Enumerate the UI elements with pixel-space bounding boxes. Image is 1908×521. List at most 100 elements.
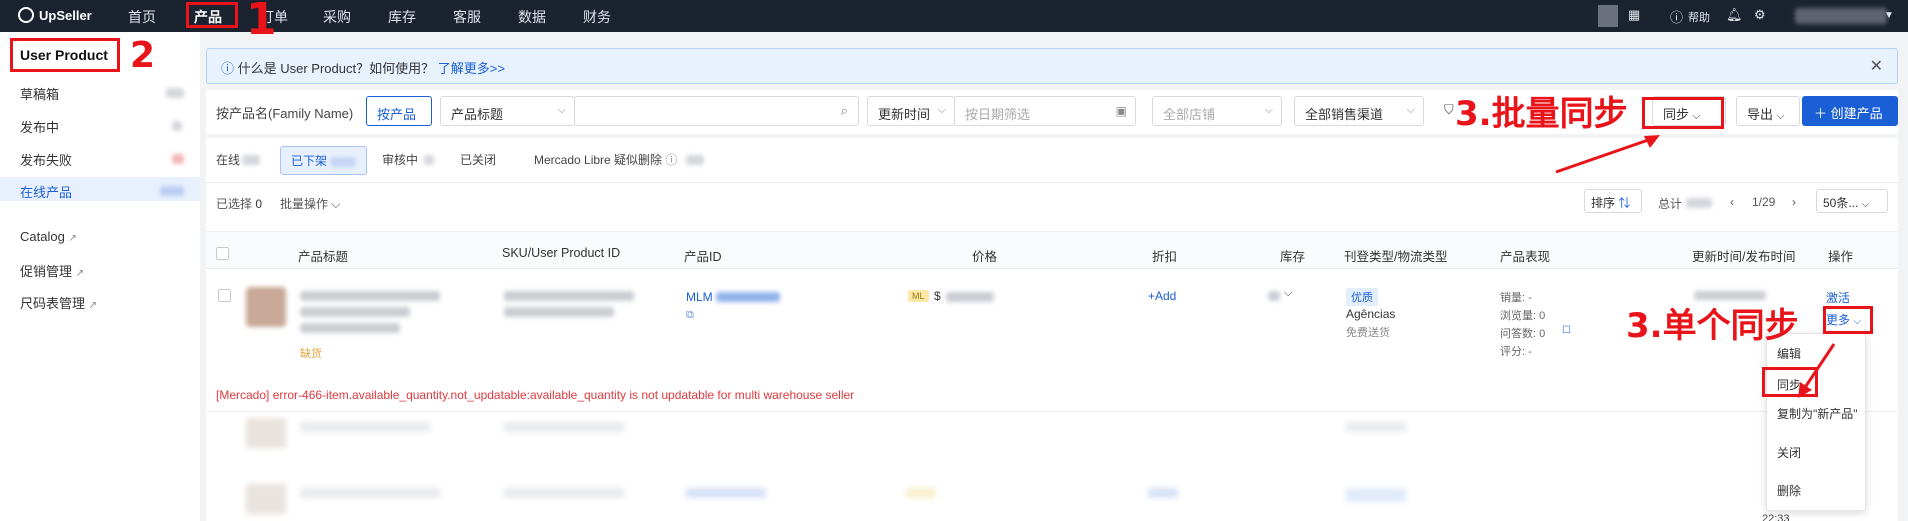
external-link-icon: ↗: [68, 233, 77, 244]
tab-ml-label: Mercado Libre 疑似删除: [534, 153, 663, 167]
col-sku: SKU/User Product ID: [502, 246, 621, 260]
listing-type-badge: 优质: [1346, 288, 1378, 306]
tab-by-family[interactable]: 按产品名(Family Name): [206, 96, 366, 126]
bell-icon[interactable]: 🔔︎: [1726, 7, 1743, 23]
sidebar-link-label: 促销管理: [20, 264, 73, 279]
tab-ml-suspected-deleted[interactable]: Mercado Libre 疑似删除 ⓘ: [534, 151, 677, 168]
annotation-single-sync: 3.单个同步: [1626, 306, 1799, 346]
channel-select-value: 全部销售渠道: [1305, 107, 1384, 122]
activate-link[interactable]: 激活: [1826, 289, 1850, 306]
sidebar-link-promotions[interactable]: 促销管理 ↗: [20, 261, 84, 280]
time-select[interactable]: 更新时间 ⌵: [867, 96, 955, 126]
apps-grid-icon[interactable]: ▦: [1628, 7, 1640, 23]
filter-icon[interactable]: ⛉: [1444, 102, 1454, 118]
chevron-down-icon[interactable]: ⌵: [1284, 287, 1292, 300]
plus-icon: ＋: [1814, 106, 1828, 121]
date-filter-input[interactable]: 按日期筛选 ▣: [954, 96, 1136, 126]
product-id-value: [716, 292, 780, 302]
price-value: [946, 292, 994, 302]
count-badge: [424, 155, 434, 165]
nav-home[interactable]: 首页: [128, 7, 156, 27]
search-icon: ⌕: [840, 103, 848, 118]
chevron-down-icon: ⌵: [557, 104, 566, 116]
sidebar-item-online[interactable]: 在线产品: [20, 182, 72, 201]
annotation-box-more-button: [1823, 306, 1873, 334]
export-button[interactable]: 导出 ⌵: [1736, 96, 1800, 126]
partial-time: 22:33: [1762, 513, 1790, 521]
tab-delisted-label: 已下架: [291, 154, 328, 168]
info-message: 什么是 User Product？如何使用？: [237, 61, 435, 76]
perf-questions: 问答数: 0: [1500, 328, 1546, 340]
shipping-type: 免费送货: [1346, 327, 1390, 339]
product-title: [300, 422, 430, 432]
error-message: [Mercado] error-466-item.available_quant…: [216, 388, 855, 402]
menu-item-copy-as-new[interactable]: 复制为"新产品": [1777, 405, 1858, 422]
total-label: 总计: [1658, 197, 1683, 211]
batch-operation-label: 批量操作: [280, 197, 329, 211]
top-nav: UpSeller 首页 产品 订单 采购 库存 客服 数据 财务 ▦ ⓘ 帮助 …: [0, 0, 1908, 32]
title-select[interactable]: 产品标题 ⌵: [440, 96, 575, 126]
nav-service[interactable]: 客服: [453, 7, 481, 27]
create-product-button[interactable]: ＋ 创建产品: [1802, 96, 1898, 126]
tab-online[interactable]: 在线: [216, 151, 240, 168]
tab-by-product[interactable]: 按产品: [366, 96, 432, 126]
row-checkbox[interactable]: [218, 289, 231, 302]
col-title: 产品标题: [298, 250, 349, 264]
prev-page-icon[interactable]: ‹: [1730, 195, 1734, 209]
nav-data[interactable]: 数据: [518, 7, 546, 27]
selected-label: 已选择 0: [216, 195, 262, 212]
sidebar-link-label: 尺码表管理: [20, 296, 86, 311]
tab-reviewing[interactable]: 审核中: [382, 151, 418, 168]
tab-delisted[interactable]: 已下架: [280, 146, 368, 175]
tab-closed[interactable]: 已关闭: [460, 151, 496, 168]
out-of-stock-tag: 缺货: [300, 348, 322, 360]
sidebar-item-drafts[interactable]: 草稿箱: [20, 84, 59, 103]
product-title[interactable]: [300, 291, 440, 301]
close-icon[interactable]: ✕: [1870, 56, 1883, 76]
sidebar-link-size-chart[interactable]: 尺码表管理 ↗: [20, 293, 97, 312]
chat-icon[interactable]: ☐: [1562, 325, 1571, 336]
product-thumbnail[interactable]: [246, 287, 286, 327]
menu-item-delete[interactable]: 删除: [1777, 482, 1801, 499]
external-link-icon: ↗: [88, 300, 98, 311]
channel-select[interactable]: 全部销售渠道 ⌵: [1294, 96, 1424, 126]
logo-text: UpSeller: [39, 7, 92, 23]
nav-inventory[interactable]: 库存: [388, 7, 416, 27]
page-size-select[interactable]: 50条... ⌵: [1816, 189, 1888, 213]
batch-operation-button[interactable]: 批量操作 ⌵: [280, 195, 340, 212]
annotation-batch-sync: 3.批量同步: [1455, 94, 1628, 134]
menu-item-close[interactable]: 关闭: [1777, 444, 1801, 461]
copy-icon[interactable]: ⧉: [686, 309, 694, 322]
sidebar-link-catalog[interactable]: Catalog ↗: [20, 229, 77, 244]
select-all-checkbox[interactable]: [216, 247, 229, 260]
search-input[interactable]: ⌕: [574, 96, 859, 126]
calendar-icon: ▣: [1115, 104, 1127, 118]
next-page-icon[interactable]: ›: [1792, 195, 1796, 209]
shop-select[interactable]: 全部店铺 ⌵: [1152, 96, 1282, 126]
product-id-link[interactable]: MLM: [686, 290, 713, 304]
nav-finance[interactable]: 财务: [583, 7, 611, 27]
chevron-down-icon: ⌵: [1264, 104, 1273, 116]
count-badge: [330, 156, 357, 167]
sidebar-item-failed[interactable]: 发布失败: [20, 150, 72, 169]
learn-more-link[interactable]: 了解更多>>: [438, 61, 505, 76]
sku-value: [504, 291, 634, 301]
app-logo[interactable]: UpSeller: [18, 7, 92, 23]
count-badge: [242, 155, 260, 165]
page-indicator: 1/29: [1752, 195, 1776, 209]
chevron-down-icon: ⌵: [1406, 104, 1415, 116]
avatar[interactable]: [1598, 5, 1618, 27]
help-label[interactable]: 帮助: [1688, 9, 1710, 25]
user-menu[interactable]: [1795, 8, 1887, 24]
sidebar-item-publishing[interactable]: 发布中: [20, 117, 59, 136]
user-product-id: [504, 307, 614, 317]
col-discount: 折扣: [1152, 250, 1178, 264]
gear-icon[interactable]: ⚙: [1754, 7, 1766, 23]
help-icon[interactable]: ⓘ: [1670, 7, 1683, 26]
nav-purchase[interactable]: 采购: [323, 7, 351, 27]
selected-text: 已选择: [216, 197, 253, 211]
add-discount-link[interactable]: +Add: [1148, 289, 1176, 303]
title-select-value: 产品标题: [451, 107, 504, 122]
question-icon: ⓘ: [665, 153, 678, 167]
sort-button[interactable]: 排序 ⇅: [1584, 189, 1642, 213]
